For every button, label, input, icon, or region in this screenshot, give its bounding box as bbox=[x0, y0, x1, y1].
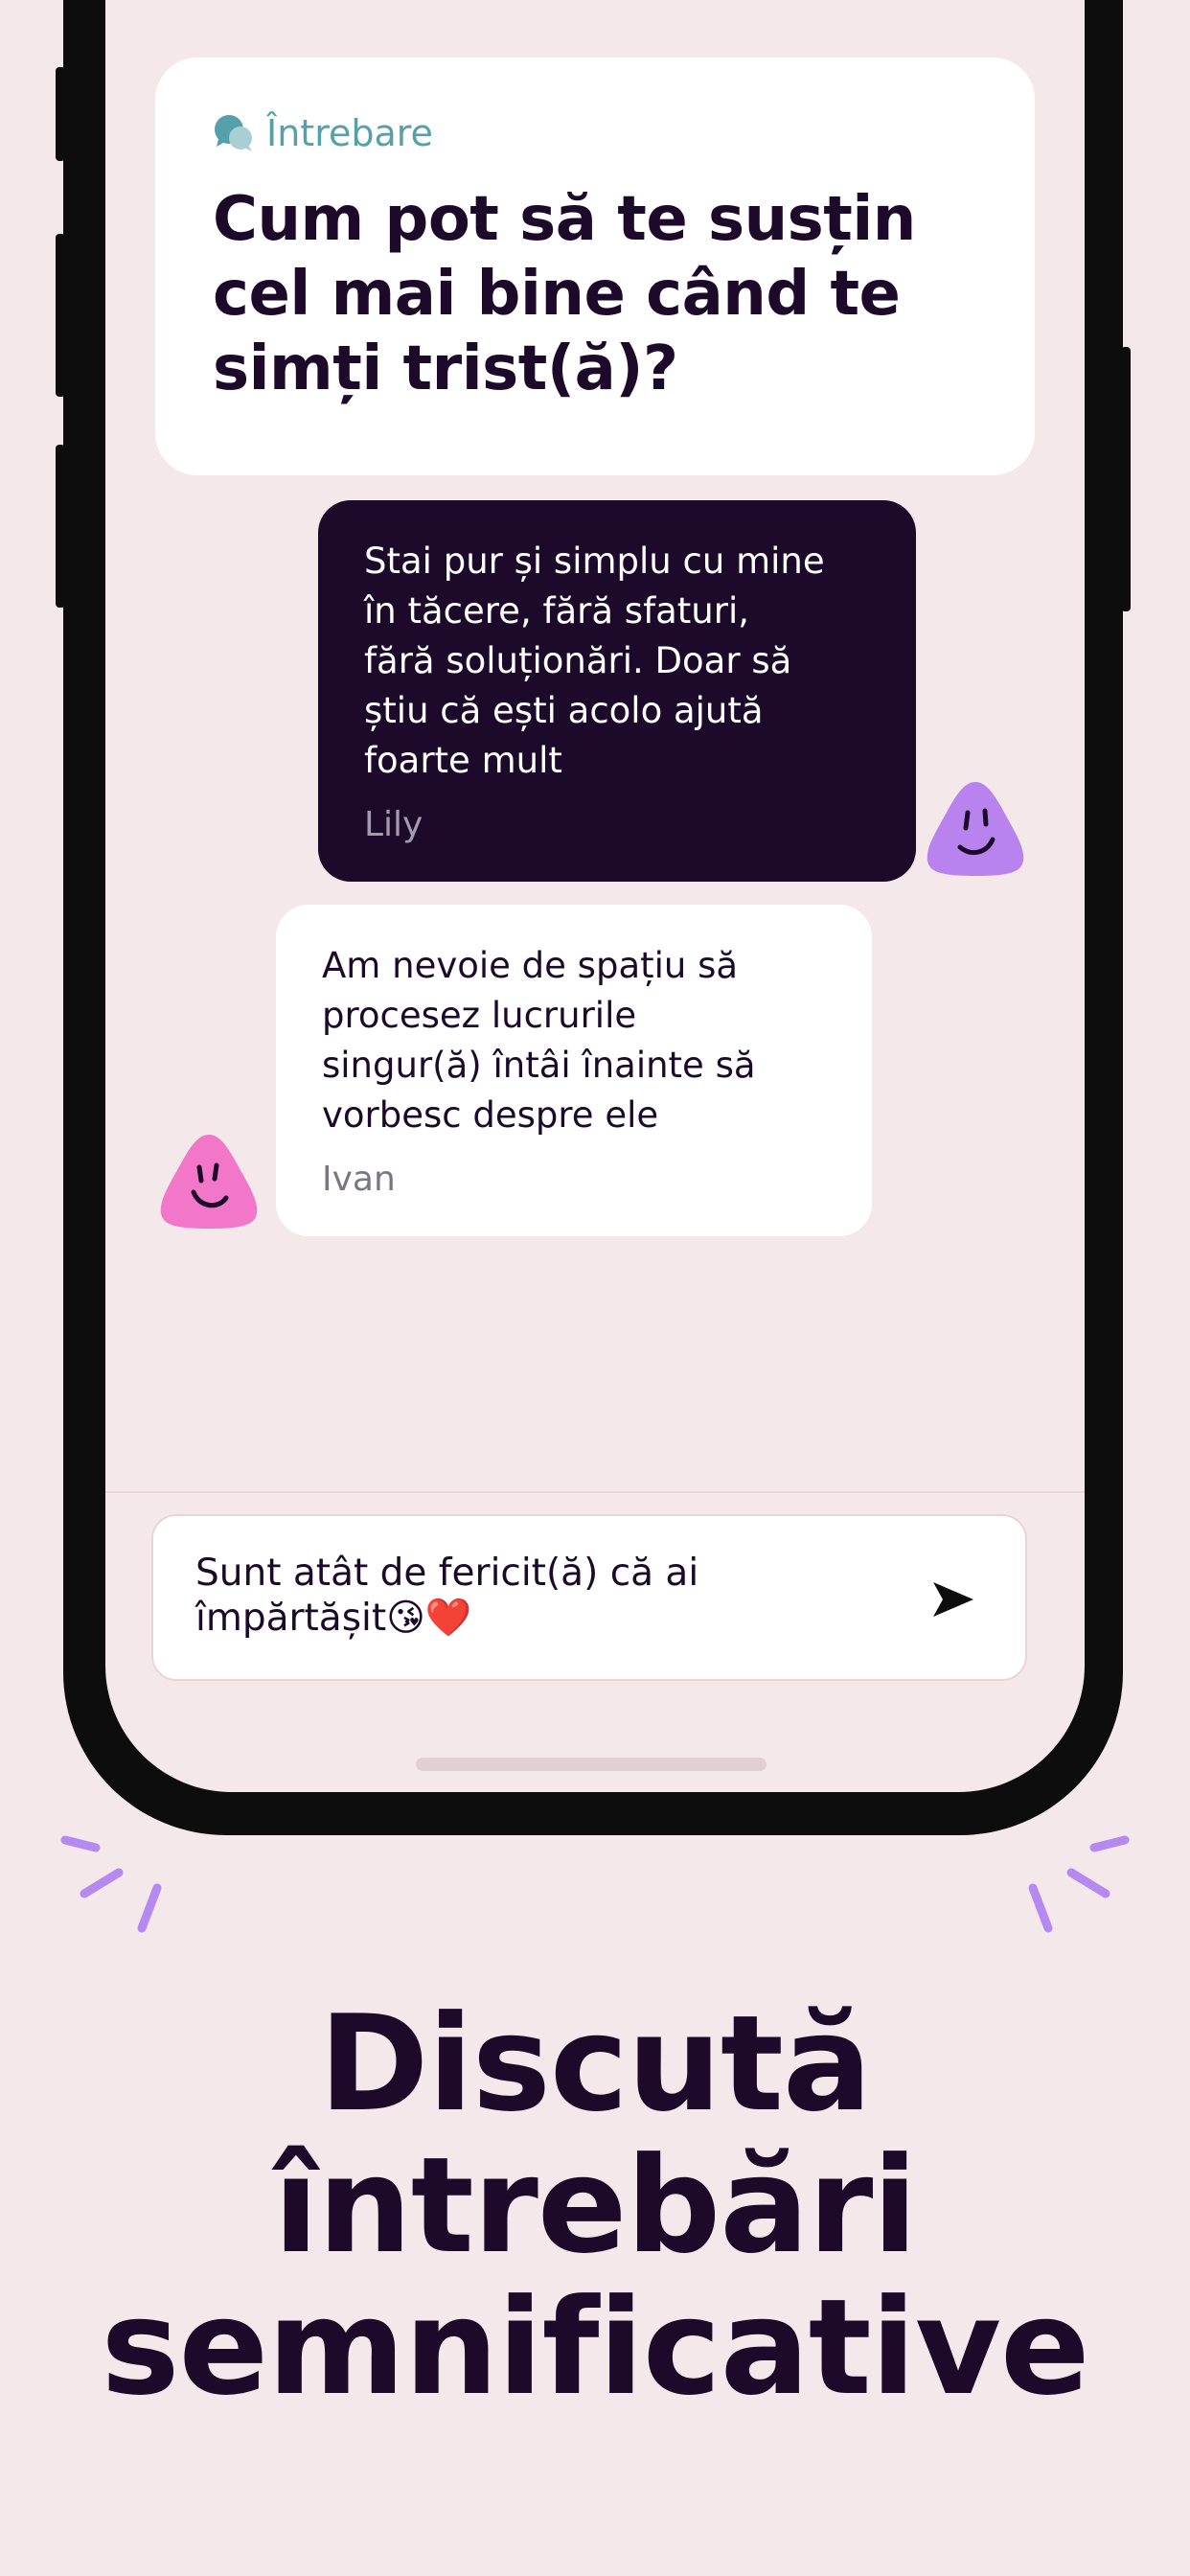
message-input[interactable]: Sunt atât de fericit(ă) că ai împărtășit… bbox=[151, 1514, 1027, 1681]
message-line: știu că ești acolo ajută bbox=[364, 690, 764, 731]
phone-screen: Întrebare Cum pot să te susțin cel mai b… bbox=[105, 0, 1085, 1792]
question-tag-label: Întrebare bbox=[266, 112, 433, 154]
input-line: Sunt atât de fericit(ă) că ai bbox=[195, 1552, 699, 1595]
headline-line: întrebări bbox=[273, 2128, 917, 2283]
message-line: fără soluționări. Doar să bbox=[364, 640, 792, 681]
sparkle-left-icon bbox=[60, 1835, 162, 1933]
message-text: Am nevoie de spațiu să procesez lucruril… bbox=[322, 941, 834, 1140]
question-text: Cum pot să te susțin cel mai bine când t… bbox=[213, 182, 977, 406]
message-text: Stai pur și simplu cu mine în tăcere, fă… bbox=[364, 537, 872, 786]
question-line: Cum pot să te susțin bbox=[213, 184, 916, 255]
message-line: foarte mult bbox=[364, 740, 562, 781]
question-card: Întrebare Cum pot să te susțin cel mai b… bbox=[155, 58, 1035, 475]
message-line: Stai pur și simplu cu mine bbox=[364, 540, 825, 582]
message-bubble-ivan: Am nevoie de spațiu să procesez lucruril… bbox=[276, 905, 872, 1236]
home-indicator[interactable] bbox=[416, 1758, 767, 1771]
headline-line: semnificative bbox=[101, 2270, 1089, 2425]
send-button[interactable] bbox=[929, 1576, 977, 1623]
message-input-text[interactable]: Sunt atât de fericit(ă) că ai împărtășit… bbox=[195, 1551, 910, 1641]
input-line: împărtășit😘❤️ bbox=[195, 1597, 472, 1640]
headline: Discută întrebări semnificative bbox=[0, 1993, 1190, 2419]
message-line: procesez lucrurile bbox=[322, 995, 637, 1036]
composer-divider bbox=[105, 1491, 1085, 1493]
smiley-avatar-icon[interactable] bbox=[155, 1129, 263, 1230]
message-line: în tăcere, fără sfaturi, bbox=[364, 590, 749, 632]
headline-line: Discută bbox=[318, 1987, 872, 2141]
message-author: Lily bbox=[364, 805, 423, 844]
smiley-avatar-icon[interactable] bbox=[922, 776, 1029, 878]
message-line: singur(ă) întâi înainte să bbox=[322, 1045, 756, 1086]
chat-bubbles-icon bbox=[215, 115, 252, 151]
message-bubble-lily: Stai pur și simplu cu mine în tăcere, fă… bbox=[318, 500, 916, 882]
sparkle-right-icon bbox=[1028, 1835, 1130, 1933]
message-author: Ivan bbox=[322, 1160, 396, 1199]
question-line: cel mai bine când te bbox=[213, 259, 901, 330]
message-line: Am nevoie de spațiu să bbox=[322, 945, 739, 986]
message-line: vorbesc despre ele bbox=[322, 1094, 659, 1136]
question-line: simți trist(ă)? bbox=[213, 334, 678, 404]
question-tag: Întrebare bbox=[213, 109, 977, 157]
send-icon bbox=[933, 1582, 973, 1617]
